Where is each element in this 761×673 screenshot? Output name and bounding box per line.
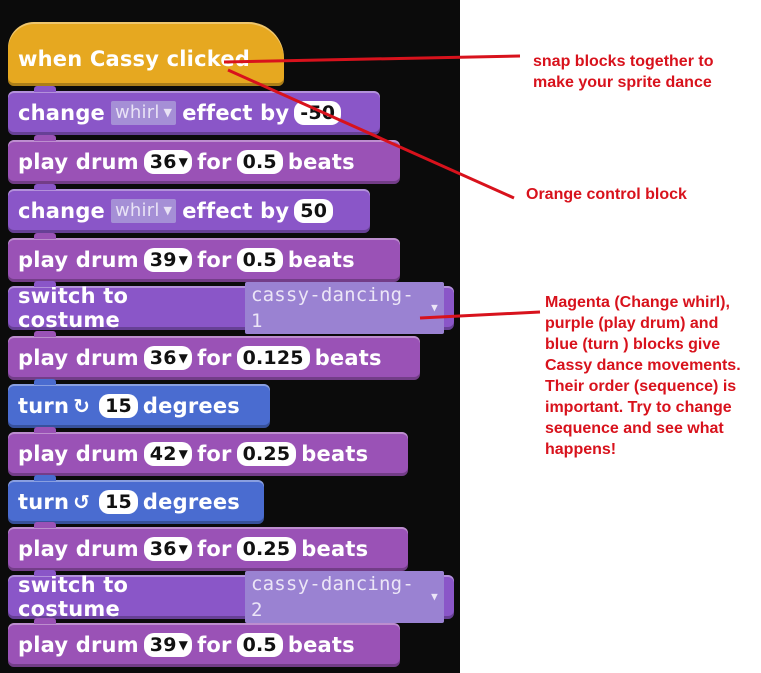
block-text: play drum <box>18 442 139 466</box>
change-effect-block-1[interactable]: change whirl ▼ effect by -50 <box>8 86 380 135</box>
beats-input[interactable]: 0.5 <box>236 248 283 272</box>
costume-menu[interactable]: cassy-dancing-1 ▼ <box>245 282 444 334</box>
play-drum-block-4[interactable]: play drum 42 ▼ for 0.25 beats <box>8 427 408 476</box>
note-block-colors: Magenta (Change whirl), purple (play dru… <box>545 292 741 460</box>
block-text: beats <box>287 633 355 657</box>
switch-costume-block-1[interactable]: switch to costume cassy-dancing-1 ▼ <box>8 281 454 334</box>
note-snap-blocks: snap blocks together to make your sprite… <box>533 51 713 93</box>
block-text: turn <box>18 490 70 514</box>
block-text: beats <box>301 442 369 466</box>
note-line: make your sprite dance <box>533 74 712 91</box>
block-text: for <box>197 442 232 466</box>
note-line: Magenta (Change whirl), <box>545 294 730 311</box>
note-line: sequence and see what <box>545 420 724 437</box>
beats-input[interactable]: 0.125 <box>236 346 310 370</box>
effect-value-input[interactable]: -50 <box>294 101 342 125</box>
switch-costume-block-2[interactable]: switch to costume cassy-dancing-2 ▼ <box>8 570 454 623</box>
effect-menu[interactable]: whirl ▼ <box>111 101 177 125</box>
drum-selector[interactable]: 39 ▼ <box>143 633 193 657</box>
when-sprite-clicked-hat-block[interactable]: when Cassy clicked <box>8 22 284 86</box>
dropdown-arrow-icon: ▼ <box>163 106 173 119</box>
block-text: beats <box>301 537 369 561</box>
block-text: beats <box>314 346 382 370</box>
dropdown-arrow-icon: ▼ <box>431 590 438 603</box>
hat-label: when Cassy clicked <box>18 47 251 71</box>
block-text: beats <box>287 248 355 272</box>
dropdown-arrow-icon: ▼ <box>163 204 173 217</box>
block-text: for <box>197 248 232 272</box>
turn-right-block[interactable]: turn ↻ 15 degrees <box>8 379 270 428</box>
block-text: degrees <box>142 394 240 418</box>
block-text: play drum <box>18 150 139 174</box>
block-text: degrees <box>142 490 240 514</box>
block-text: play drum <box>18 537 139 561</box>
costume-menu[interactable]: cassy-dancing-2 ▼ <box>245 571 444 623</box>
block-text: turn <box>18 394 70 418</box>
note-line: snap blocks together to <box>533 53 714 70</box>
note-orange-control: Orange control block <box>526 184 687 205</box>
drum-selector[interactable]: 39 ▼ <box>143 248 193 272</box>
block-text: for <box>197 346 232 370</box>
block-text: change <box>18 101 105 125</box>
change-effect-block-2[interactable]: change whirl ▼ effect by 50 <box>8 184 370 233</box>
note-line: Their order (sequence) is <box>545 378 737 395</box>
note-line: important. Try to change <box>545 399 732 416</box>
block-text: change <box>18 199 105 223</box>
note-line: Cassy dance movements. <box>545 357 741 374</box>
play-drum-block-2[interactable]: play drum 39 ▼ for 0.5 beats <box>8 233 400 282</box>
turn-left-block[interactable]: turn ↺ 15 degrees <box>8 475 264 524</box>
beats-input[interactable]: 0.5 <box>236 150 283 174</box>
drum-selector[interactable]: 36 ▼ <box>143 150 193 174</box>
block-text: for <box>197 150 232 174</box>
effect-value-input[interactable]: 50 <box>294 199 334 223</box>
block-text: for <box>197 537 232 561</box>
block-text: switch to costume <box>18 573 129 621</box>
play-drum-block-6[interactable]: play drum 39 ▼ for 0.5 beats <box>8 618 400 667</box>
block-text: beats <box>287 150 355 174</box>
block-text: effect by <box>182 101 290 125</box>
block-text: play drum <box>18 346 139 370</box>
rotate-clockwise-icon: ↻ <box>73 394 91 418</box>
dropdown-arrow-icon: ▼ <box>178 638 189 652</box>
beats-input[interactable]: 0.5 <box>236 633 283 657</box>
dropdown-arrow-icon: ▼ <box>178 351 189 365</box>
play-drum-block-1[interactable]: play drum 36 ▼ for 0.5 beats <box>8 135 400 184</box>
block-text: for <box>197 633 232 657</box>
degrees-input[interactable]: 15 <box>99 394 138 418</box>
note-line: blue (turn ) blocks give <box>545 336 721 353</box>
block-text: play drum <box>18 248 139 272</box>
play-drum-block-3[interactable]: play drum 36 ▼ for 0.125 beats <box>8 331 420 380</box>
script-area: when Cassy clicked change whirl ▼ effect … <box>0 0 460 673</box>
note-line: purple (play drum) and <box>545 315 719 332</box>
note-line: Orange control block <box>526 186 687 203</box>
beats-input[interactable]: 0.25 <box>236 442 297 466</box>
drum-selector[interactable]: 36 ▼ <box>143 537 193 561</box>
dropdown-arrow-icon: ▼ <box>178 155 189 169</box>
note-line: happens! <box>545 441 617 458</box>
effect-menu[interactable]: whirl ▼ <box>111 199 177 223</box>
beats-input[interactable]: 0.25 <box>236 537 297 561</box>
block-text: play drum <box>18 633 139 657</box>
drum-selector[interactable]: 42 ▼ <box>143 442 193 466</box>
block-text: switch to costume <box>18 284 129 332</box>
play-drum-block-5[interactable]: play drum 36 ▼ for 0.25 beats <box>8 522 408 571</box>
dropdown-arrow-icon: ▼ <box>178 447 189 461</box>
rotate-counterclockwise-icon: ↺ <box>73 490 91 514</box>
drum-selector[interactable]: 36 ▼ <box>143 346 193 370</box>
degrees-input[interactable]: 15 <box>99 490 138 514</box>
dropdown-arrow-icon: ▼ <box>178 542 189 556</box>
block-text: effect by <box>182 199 290 223</box>
dropdown-arrow-icon: ▼ <box>431 301 438 314</box>
dropdown-arrow-icon: ▼ <box>178 253 189 267</box>
